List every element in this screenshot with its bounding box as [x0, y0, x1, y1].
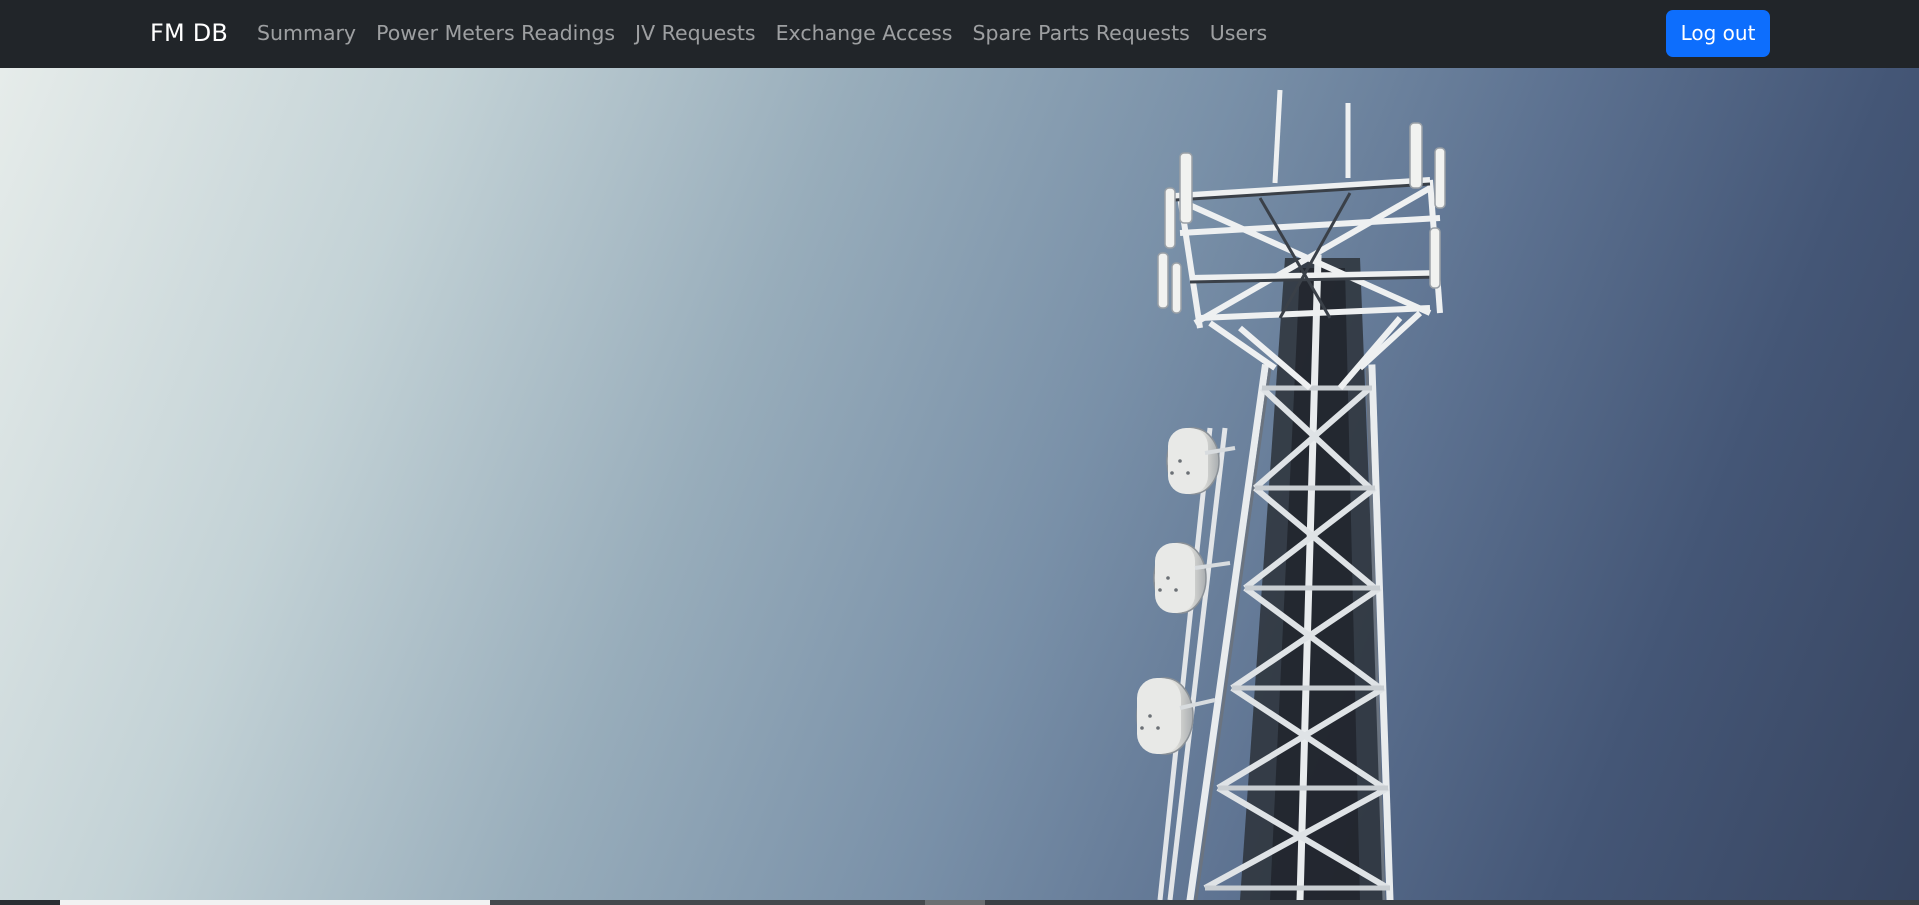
bottom-edge-light-segment	[60, 900, 490, 905]
nav-link-spare-parts-requests[interactable]: Spare Parts Requests	[962, 16, 1199, 50]
nav-item-summary: Summary	[247, 16, 366, 50]
bottom-edge-dark-segment	[490, 900, 925, 905]
nav-item-users: Users	[1200, 16, 1277, 50]
nav-item-spare-parts-requests: Spare Parts Requests	[962, 16, 1199, 50]
telecom-tower-icon	[1136, 89, 1446, 900]
nav-link-exchange-access[interactable]: Exchange Access	[766, 16, 963, 50]
nav-item-jv-requests: JV Requests	[625, 16, 766, 50]
nav-item-power-meters-readings: Power Meters Readings	[366, 16, 625, 50]
top-navbar: FM DB Summary Power Meters Readings JV R…	[0, 0, 1919, 68]
nav-link-power-meters-readings[interactable]: Power Meters Readings	[366, 16, 625, 50]
nav-link-summary[interactable]: Summary	[247, 16, 366, 50]
nav-link-users[interactable]: Users	[1200, 16, 1277, 50]
brand-logo-link[interactable]: FM DB	[150, 16, 228, 50]
bottom-edge-gray-segment	[925, 900, 985, 905]
hero-banner	[0, 68, 1919, 900]
bottom-section-edge	[0, 900, 1919, 905]
bottom-edge-dark-segment-2	[985, 900, 1919, 905]
nav-link-jv-requests[interactable]: JV Requests	[625, 16, 766, 50]
nav-item-exchange-access: Exchange Access	[766, 16, 963, 50]
logout-button[interactable]: Log out	[1666, 10, 1770, 57]
main-nav: Summary Power Meters Readings JV Request…	[247, 16, 1277, 50]
